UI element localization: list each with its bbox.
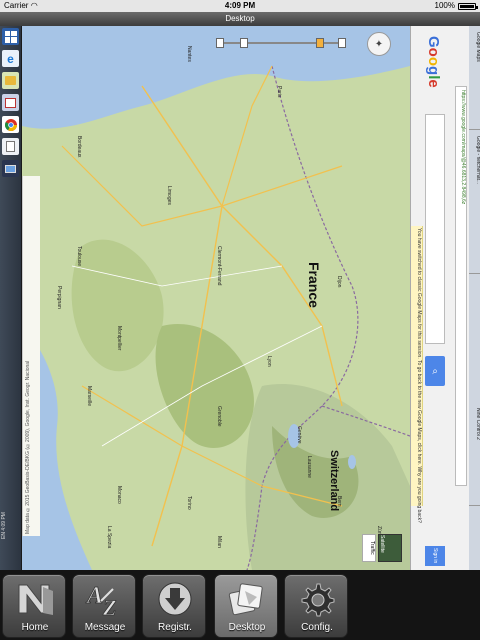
window-icon xyxy=(5,97,16,108)
taskbar-explorer-button[interactable] xyxy=(2,72,19,89)
map-label-lausanne: Lausanne xyxy=(306,456,312,478)
chrome-icon xyxy=(4,118,17,131)
map-label-limoges: Limoges xyxy=(166,186,172,205)
map-label-marseille: Marseille xyxy=(86,386,92,407)
ios-status-bar: Carrier ◠ 4:09 PM 100% xyxy=(0,0,480,12)
search-icon: ⌕ xyxy=(432,365,438,377)
zoom-in-button[interactable] xyxy=(338,38,346,48)
remote-desktop-view[interactable]: e EN 4:09 PM Map data ©2015 GeoBasis-DE/… xyxy=(0,26,480,570)
tab-home-label: Home xyxy=(21,622,49,633)
address-bar[interactable]: https://www.google.com/maps/@46.6813,2.8… xyxy=(455,86,467,486)
taskbar-ie-button[interactable]: e xyxy=(2,50,19,67)
satellite-toggle[interactable]: Satellite xyxy=(378,534,402,562)
maps-search-input[interactable] xyxy=(425,114,445,344)
map-label-geneve: Genève xyxy=(296,426,302,444)
compass-icon: ✦ xyxy=(374,38,384,50)
map-label-grenoble: Grenoble xyxy=(216,406,222,427)
map-label-laspezia: La Spezia xyxy=(106,526,112,549)
home-n-icon xyxy=(3,579,67,619)
browser-tab-strip: Google Maps Google - fletcherhat... Nine… xyxy=(469,26,480,570)
folder-icon xyxy=(5,76,16,85)
taskbar-chrome-button[interactable] xyxy=(2,116,19,133)
pegman-icon[interactable] xyxy=(316,38,324,48)
browser-panel: You have switched to classic Google Maps… xyxy=(410,26,480,570)
desktop-icon xyxy=(215,579,279,619)
tab-message-label: Message xyxy=(84,622,126,633)
tab-desktop-label: Desktop xyxy=(228,622,266,633)
google-map[interactable]: Map data ©2015 GeoBasis-DE/BKG (©2009), … xyxy=(22,26,410,570)
tab-home[interactable]: Home xyxy=(2,574,66,638)
battery-indicator: 100% xyxy=(434,0,478,12)
browser-tab-maps[interactable]: Google Maps xyxy=(469,30,480,130)
pan-control[interactable]: ✦ xyxy=(367,32,391,56)
tray-clock: 4:09 PM xyxy=(1,512,7,532)
map-label-perpignan: Perpignan xyxy=(56,286,62,309)
system-tray[interactable]: EN 4:09 PM xyxy=(1,496,21,556)
tab-config[interactable]: Config. xyxy=(284,574,348,638)
tab-desktop[interactable]: Desktop xyxy=(214,574,278,638)
tab-registr-label: Registr. xyxy=(158,622,192,633)
status-time: 4:09 PM xyxy=(224,1,256,10)
internet-explorer-icon: e xyxy=(7,51,14,66)
map-label-toulouse: Toulouse xyxy=(76,246,82,267)
battery-icon xyxy=(458,2,478,10)
download-icon xyxy=(143,579,207,619)
map-label-bordeaux: Bordeaux xyxy=(76,136,82,158)
gear-icon xyxy=(285,579,349,619)
map-label-nantes: Nantes xyxy=(186,46,192,62)
search-button[interactable]: ⌕ xyxy=(425,356,445,386)
map-label-monaco: Monaco xyxy=(116,486,122,504)
taskbar-doc-button[interactable] xyxy=(2,138,19,155)
google-logo[interactable]: Google xyxy=(425,36,442,88)
monitor-icon xyxy=(5,164,16,173)
taskbar-app-button[interactable] xyxy=(2,94,19,111)
map-label-montpellier: Montpellier xyxy=(116,326,122,351)
map-label-france: France xyxy=(306,262,322,308)
sign-in-button[interactable]: Sign in xyxy=(425,546,445,566)
windows-logo-icon xyxy=(4,30,17,43)
satellite-label: Satellite xyxy=(379,535,385,553)
remote-taskbar: e EN 4:09 PM xyxy=(0,26,22,570)
battery-percent: 100% xyxy=(434,1,455,10)
browser-tab-control[interactable]: Nine Control 2 xyxy=(469,406,480,506)
map-label-lyon: Lyon xyxy=(266,356,272,367)
zoom-out-button[interactable] xyxy=(216,38,224,48)
taskbar-remote-button[interactable] xyxy=(2,160,19,177)
svg-text:A: A xyxy=(85,583,103,609)
map-attribution: Map data ©2015 GeoBasis-DE/BKG (©2009), … xyxy=(22,176,40,536)
map-label-milan: Milan xyxy=(216,536,222,548)
map-label-dijon: Dijon xyxy=(336,276,342,288)
browser-tab-google[interactable]: Google - fletcherhat... xyxy=(469,134,480,274)
classic-maps-notice[interactable]: You have switched to classic Google Maps… xyxy=(411,226,423,523)
zoom-handle[interactable] xyxy=(240,38,248,48)
traffic-toggle[interactable]: Traffic xyxy=(362,534,376,562)
map-label-bern: Bern xyxy=(336,496,342,507)
tab-config-label: Config. xyxy=(301,622,333,633)
document-icon xyxy=(6,141,15,152)
map-label-clermont: Clermont-Ferrand xyxy=(216,246,222,286)
tray-language: EN xyxy=(1,532,7,540)
start-button[interactable] xyxy=(2,28,19,45)
map-canvas[interactable] xyxy=(22,26,410,570)
page-title: Desktop xyxy=(0,12,480,26)
app-tab-bar: Home AZ Message Registr. Desktop Config. xyxy=(0,570,480,640)
map-label-paris: Paris xyxy=(276,86,282,98)
map-label-torino: Torino xyxy=(186,496,192,510)
message-az-icon: AZ xyxy=(73,579,137,619)
tab-registr[interactable]: Registr. xyxy=(142,574,206,638)
zoom-slider[interactable] xyxy=(216,38,348,48)
tab-message[interactable]: AZ Message xyxy=(72,574,136,638)
